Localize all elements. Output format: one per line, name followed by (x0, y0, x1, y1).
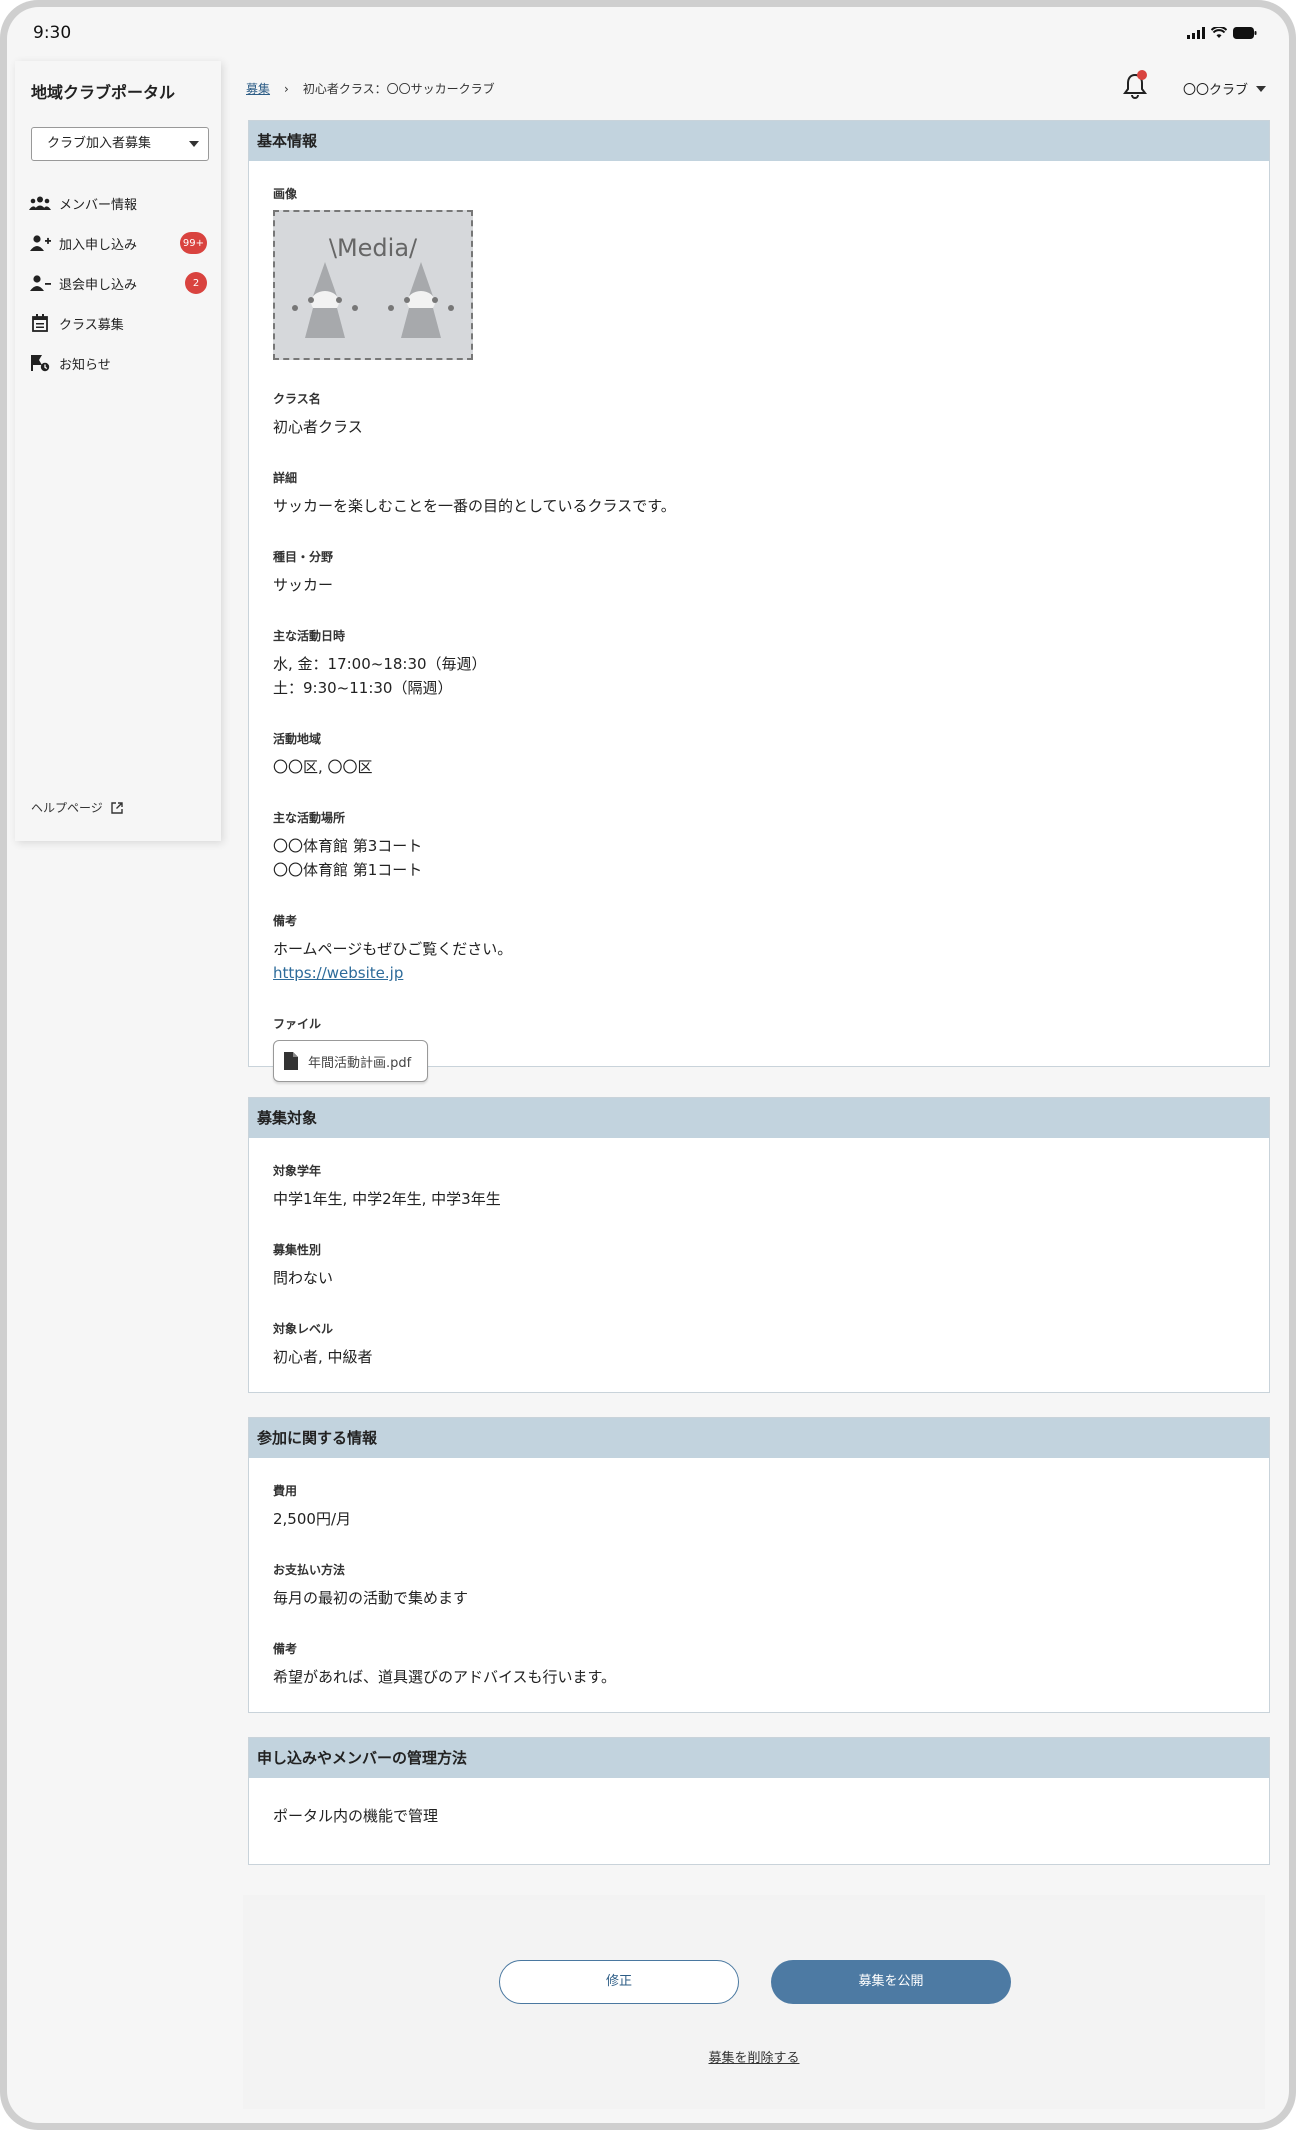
target-card: 募集対象 対象学年 中学1年生, 中学2年生, 中学3年生 募集性別 問わない … (248, 1097, 1270, 1393)
signal-icon (1187, 27, 1205, 39)
schedule-value-1: 水, 金：17:00~18:30（毎週） (273, 655, 487, 673)
help-page-link[interactable]: ヘルプページ (31, 799, 123, 816)
level-value: 初心者, 中級者 (273, 1348, 373, 1366)
leave-requests-badge: 2 (185, 272, 207, 294)
sidebar-item-leave-requests[interactable]: 退会申し込み 2 (29, 263, 215, 303)
app-title: 地域クラブポータル (31, 83, 176, 102)
class-name-label: クラス名 (273, 392, 321, 406)
person-add-icon (29, 234, 51, 252)
media-placeholder-text: \Media/ (329, 234, 418, 262)
breadcrumb-link-recruitment[interactable]: 募集 (246, 80, 270, 97)
category-label: 種目・分野 (273, 550, 334, 564)
gender-label: 募集性別 (273, 1243, 322, 1257)
schedule-value-2: 土：9:30~11:30（隔週） (273, 679, 453, 697)
sidebar-item-label: 加入申し込み (59, 237, 138, 253)
schedule-label: 主な活動日時 (273, 629, 346, 643)
file-icon (284, 1052, 298, 1070)
participation-note-label: 備考 (273, 1642, 298, 1656)
place-label: 主な活動場所 (273, 811, 346, 825)
sidebar-item-class-recruitment[interactable]: クラス募集 (29, 303, 215, 343)
area-value: 〇〇区, 〇〇区 (273, 758, 373, 776)
sidebar-item-members[interactable]: メンバー情報 (29, 183, 215, 223)
status-bar: 9:30 (7, 7, 1289, 59)
participation-card: 参加に関する情報 費用 2,500円/月 お支払い方法 毎月の最初の活動で集めま… (248, 1417, 1270, 1713)
grade-label: 対象学年 (273, 1164, 322, 1178)
chevron-down-icon (1256, 85, 1267, 92)
page-selector[interactable]: クラブ加入者募集 (31, 127, 209, 161)
class-name-value: 初心者クラス (273, 418, 363, 436)
area-label: 活動地域 (273, 732, 322, 746)
management-card: 申し込みやメンバーの管理方法 ポータル内の機能で管理 (248, 1737, 1270, 1865)
section-title-management: 申し込みやメンバーの管理方法 (249, 1738, 1269, 1778)
members-icon (29, 194, 51, 212)
calendar-icon (29, 314, 51, 332)
note-value: ホームページもぜひご覧ください。 (273, 940, 513, 958)
account-name: 〇〇クラブ (1183, 83, 1249, 98)
class-image-placeholder: \Media/ (273, 210, 473, 360)
publish-button[interactable]: 募集を公開 (771, 1960, 1011, 2004)
screen: 9:30 地域クラブポータル クラブ加入者募集 メンバー情報 加入申し込み 99… (7, 7, 1289, 2123)
section-title-basic-info: 基本情報 (249, 121, 1269, 161)
image-label: 画像 (273, 187, 298, 201)
place-value-1: 〇〇体育館 第3コート (273, 837, 423, 855)
breadcrumb: 募集 › 初心者クラス：〇〇サッカークラブ (246, 80, 495, 97)
media-placeholder-illustration: \Media/ (292, 234, 454, 338)
battery-icon (1233, 27, 1257, 39)
place-value-2: 〇〇体育館 第1コート (273, 861, 423, 879)
payment-label: お支払い方法 (273, 1563, 346, 1577)
gender-value: 問わない (273, 1269, 334, 1287)
wifi-icon (1211, 27, 1227, 38)
join-requests-badge: 99+ (179, 232, 207, 254)
note-label: 備考 (273, 914, 298, 928)
detail-value: サッカーを楽しむことを一番の目的としているクラスです。 (273, 497, 676, 515)
delete-recruitment-link[interactable]: 募集を削除する (243, 2047, 1265, 2066)
section-title-participation: 参加に関する情報 (249, 1418, 1269, 1458)
status-icons (1187, 27, 1257, 39)
sidebar-item-notices[interactable]: お知らせ (29, 343, 215, 383)
action-panel: 修正 募集を公開 募集を削除する (243, 1895, 1265, 2109)
basic-info-card: 基本情報 画像 \Media/ クラス名 初心者クラス 詳細 サッカーを楽しむこ… (248, 120, 1270, 1082)
chevron-down-icon (189, 141, 199, 147)
device-frame: 9:30 地域クラブポータル クラブ加入者募集 メンバー情報 加入申し込み 99… (0, 0, 1296, 2130)
section-title-target: 募集対象 (249, 1098, 1269, 1138)
status-time: 9:30 (33, 23, 72, 43)
account-menu[interactable]: 〇〇クラブ (1183, 79, 1267, 98)
detail-label: 詳細 (273, 471, 298, 485)
file-label: ファイル (273, 1017, 322, 1031)
fee-label: 費用 (273, 1484, 298, 1498)
sidebar-item-label: 退会申し込み (59, 277, 138, 293)
sidebar-nav: メンバー情報 加入申し込み 99+ 退会申し込み 2 クラス募集 お知らせ (29, 183, 215, 383)
help-page-label: ヘルプページ (31, 801, 103, 815)
chevron-right-icon: › (284, 81, 289, 96)
payment-value: 毎月の最初の活動で集めます (273, 1589, 469, 1607)
category-value: サッカー (273, 576, 334, 594)
edit-button[interactable]: 修正 (499, 1960, 739, 2004)
notice-icon (29, 354, 51, 372)
participation-note-value: 希望があれば、道具選びのアドバイスも行います。 (273, 1668, 617, 1686)
sidebar-item-label: クラス募集 (59, 317, 124, 333)
management-value: ポータル内の機能で管理 (273, 1807, 439, 1825)
sidebar-item-label: メンバー情報 (59, 197, 138, 213)
external-link-icon (111, 801, 123, 814)
level-label: 対象レベル (273, 1322, 334, 1336)
page-selector-value: クラブ加入者募集 (47, 136, 152, 151)
website-link[interactable]: https://website.jp (273, 964, 403, 982)
file-name: 年間活動計画.pdf (308, 1055, 412, 1071)
file-attachment-button[interactable]: 年間活動計画.pdf (273, 1040, 429, 1082)
breadcrumb-current: 初心者クラス：〇〇サッカークラブ (302, 82, 495, 96)
person-remove-icon (29, 274, 51, 292)
sidebar: 地域クラブポータル クラブ加入者募集 メンバー情報 加入申し込み 99+ 退会申… (15, 61, 221, 841)
sidebar-item-join-requests[interactable]: 加入申し込み 99+ (29, 223, 215, 263)
sidebar-item-label: お知らせ (59, 357, 111, 373)
fee-value: 2,500円/月 (273, 1510, 351, 1528)
notification-dot (1137, 70, 1147, 80)
grade-value: 中学1年生, 中学2年生, 中学3年生 (273, 1190, 501, 1208)
